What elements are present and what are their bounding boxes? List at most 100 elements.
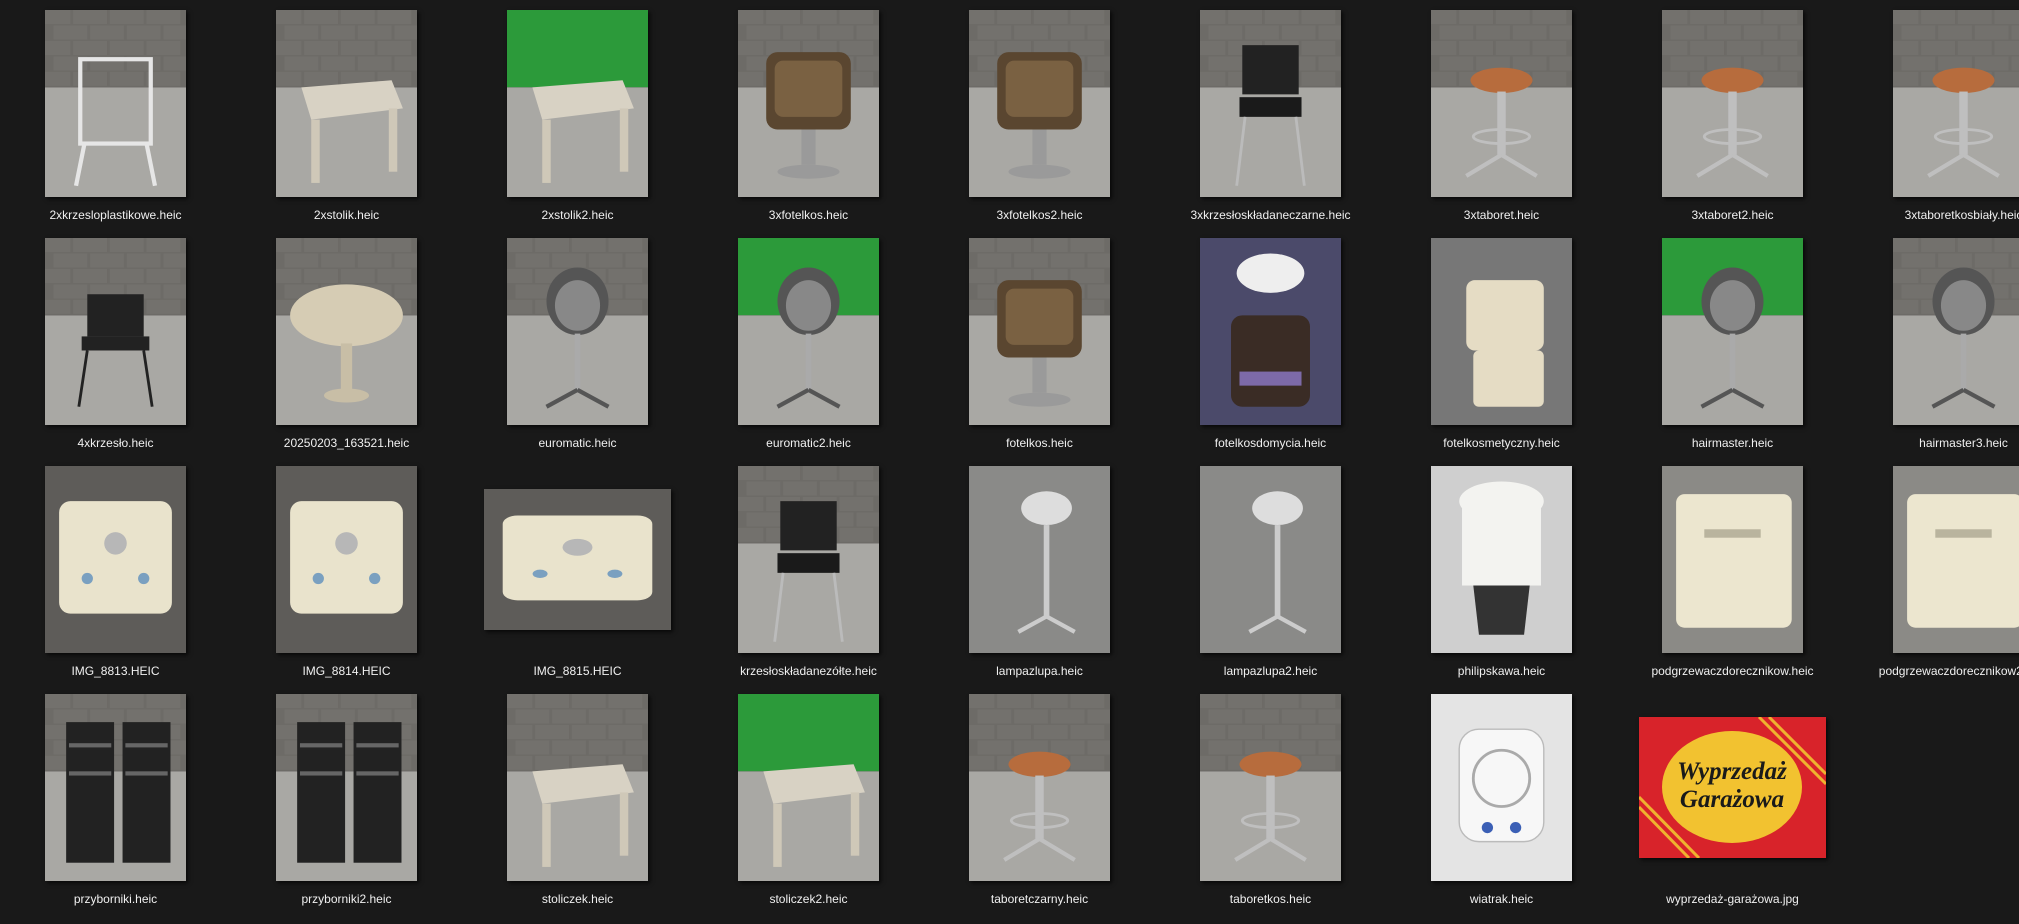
file-name-label: 2xkrzesloplastikowe.heic xyxy=(49,208,182,222)
file-thumbnail-wrap xyxy=(924,459,1155,659)
file-thumbnail-wrap xyxy=(1386,687,1617,887)
folding-chair-photo-icon xyxy=(1200,9,1341,197)
file-name-label: euromatic2.heic xyxy=(766,436,851,450)
file-thumbnail-wrap xyxy=(1155,459,1386,659)
chair-photo-icon xyxy=(45,237,186,425)
file-name-label: stoliczek.heic xyxy=(541,892,614,906)
trolley-photo-icon xyxy=(276,693,417,881)
file-thumbnail-wrap xyxy=(693,687,924,887)
file-item[interactable]: stoliczek.heic xyxy=(462,687,693,915)
file-thumbnail-wrap xyxy=(1155,687,1386,887)
file-thumbnail-wrap xyxy=(231,687,462,887)
file-thumbnail-wrap xyxy=(1848,459,2019,659)
file-thumbnail-wrap xyxy=(693,231,924,431)
hood-dryer-photo-icon xyxy=(738,237,879,425)
file-item[interactable]: fotelkos.heic xyxy=(924,231,1155,459)
file-thumbnail-wrap xyxy=(924,3,1155,203)
file-item[interactable]: hairmaster3.heic xyxy=(1848,231,2019,459)
device-photo-icon xyxy=(276,465,417,653)
salon-chair-photo-icon xyxy=(969,237,1110,425)
file-item[interactable]: Wyprzedaż Garażowa wyprzedaż-garażowa.jp… xyxy=(1617,687,1848,915)
trolley-photo-icon xyxy=(45,693,186,881)
file-thumbnail-wrap xyxy=(1386,3,1617,203)
file-item[interactable]: podgrzewaczdorecznikow2.heic xyxy=(1848,459,2019,687)
file-item[interactable]: philipskawa.heic xyxy=(1386,459,1617,687)
file-name-label: 3xtaboretkosbiały.heic xyxy=(1904,208,2019,222)
stool-photo-icon xyxy=(969,693,1110,881)
file-item[interactable]: taboretczarny.heic xyxy=(924,687,1155,915)
file-item[interactable]: IMG_8815.HEIC xyxy=(462,459,693,687)
file-item[interactable]: fotelkosmetyczny.heic xyxy=(1386,231,1617,459)
svg-text:Wyprzedaż: Wyprzedaż xyxy=(1677,758,1787,785)
file-thumbnail-wrap xyxy=(0,459,231,659)
file-thumbnail-wrap xyxy=(0,687,231,887)
file-item[interactable]: hairmaster.heic xyxy=(1617,231,1848,459)
file-item[interactable]: taboretkos.heic xyxy=(1155,687,1386,915)
file-thumbnail-wrap xyxy=(1386,231,1617,431)
file-name-label: philipskawa.heic xyxy=(1457,664,1546,678)
file-name-label: IMG_8813.HEIC xyxy=(71,664,160,678)
magnifier-lamp-photo-icon xyxy=(1200,465,1341,653)
file-thumbnail-wrap xyxy=(1155,231,1386,431)
file-item[interactable]: euromatic2.heic xyxy=(693,231,924,459)
file-thumbnail-wrap xyxy=(1386,459,1617,659)
file-name-label: przyborniki.heic xyxy=(73,892,158,906)
file-item[interactable]: 2xkrzesloplastikowe.heic xyxy=(0,3,231,231)
file-item[interactable]: wiatrak.heic xyxy=(1386,687,1617,915)
round-table-photo-icon xyxy=(276,237,417,425)
file-item[interactable]: stoliczek2.heic xyxy=(693,687,924,915)
file-item[interactable]: 3xtaboret2.heic xyxy=(1617,3,1848,231)
plastic-chair-photo-icon xyxy=(45,9,186,197)
file-item[interactable]: lampazlupa.heic xyxy=(924,459,1155,687)
file-item[interactable]: krzesłoskładanezółte.heic xyxy=(693,459,924,687)
file-name-label: 3xfotelkos2.heic xyxy=(996,208,1083,222)
coffee-maker-photo-icon xyxy=(1431,465,1572,653)
garage-sale-logo-icon: Wyprzedaż Garażowa xyxy=(1639,716,1826,858)
file-item[interactable]: 2xstolik2.heic xyxy=(462,3,693,231)
file-thumbnail-wrap xyxy=(231,459,462,659)
file-item[interactable]: 3xfotelkos.heic xyxy=(693,3,924,231)
svg-text:Garażowa: Garażowa xyxy=(1680,786,1784,813)
file-item[interactable]: 3xtaboretkosbiały.heic xyxy=(1848,3,2019,231)
file-grid: 2xkrzesloplastikowe.heic 2xstolik.heic 2xs… xyxy=(0,0,2019,924)
file-name-label: euromatic.heic xyxy=(538,436,617,450)
file-name-label: 3xtaboret.heic xyxy=(1463,208,1540,222)
file-item[interactable]: 4xkrzesło.heic xyxy=(0,231,231,459)
magnifier-lamp-photo-icon xyxy=(969,465,1110,653)
file-thumbnail-wrap xyxy=(462,3,693,203)
file-item[interactable]: podgrzewaczdorecznikow.heic xyxy=(1617,459,1848,687)
file-thumbnail-wrap: Wyprzedaż Garażowa xyxy=(1617,687,1848,887)
file-name-label: fotelkosdomycia.heic xyxy=(1214,436,1327,450)
file-name-label: 3xtaboret2.heic xyxy=(1691,208,1774,222)
file-name-label: fotelkos.heic xyxy=(1006,436,1073,450)
file-item[interactable]: euromatic.heic xyxy=(462,231,693,459)
file-thumbnail-wrap xyxy=(0,231,231,431)
file-item[interactable]: IMG_8814.HEIC xyxy=(231,459,462,687)
file-item[interactable]: przyborniki.heic xyxy=(0,687,231,915)
file-name-label: podgrzewaczdorecznikow.heic xyxy=(1651,664,1814,678)
file-item[interactable]: 2xstolik.heic xyxy=(231,3,462,231)
folding-chair-photo-icon xyxy=(738,465,879,653)
wash-chair-photo-icon xyxy=(1200,237,1341,425)
file-item[interactable]: przyborniki2.heic xyxy=(231,687,462,915)
stool-photo-icon xyxy=(1662,9,1803,197)
file-item[interactable]: 3xfotelkos2.heic xyxy=(924,3,1155,231)
small-table-photo-icon xyxy=(738,693,879,881)
file-item[interactable]: fotelkosdomycia.heic xyxy=(1155,231,1386,459)
file-thumbnail-wrap xyxy=(231,231,462,431)
file-thumbnail-wrap xyxy=(1617,231,1848,431)
file-item[interactable]: 20250203_163521.heic xyxy=(231,231,462,459)
beauty-chair-photo-icon xyxy=(1431,237,1572,425)
file-item[interactable]: IMG_8813.HEIC xyxy=(0,459,231,687)
device-photo-icon xyxy=(484,488,671,630)
file-name-label: podgrzewaczdorecznikow2.heic xyxy=(1878,664,2019,678)
file-item[interactable]: lampazlupa2.heic xyxy=(1155,459,1386,687)
hood-dryer-photo-icon xyxy=(1662,237,1803,425)
file-thumbnail-wrap xyxy=(1155,3,1386,203)
salon-chair-photo-icon xyxy=(969,9,1110,197)
file-name-label: 3xkrzesłoskładaneczarne.heic xyxy=(1190,208,1351,222)
small-table-photo-icon xyxy=(507,693,648,881)
file-item[interactable]: 3xtaboret.heic xyxy=(1386,3,1617,231)
file-thumbnail-wrap xyxy=(462,231,693,431)
file-item[interactable]: 3xkrzesłoskładaneczarne.heic xyxy=(1155,3,1386,231)
